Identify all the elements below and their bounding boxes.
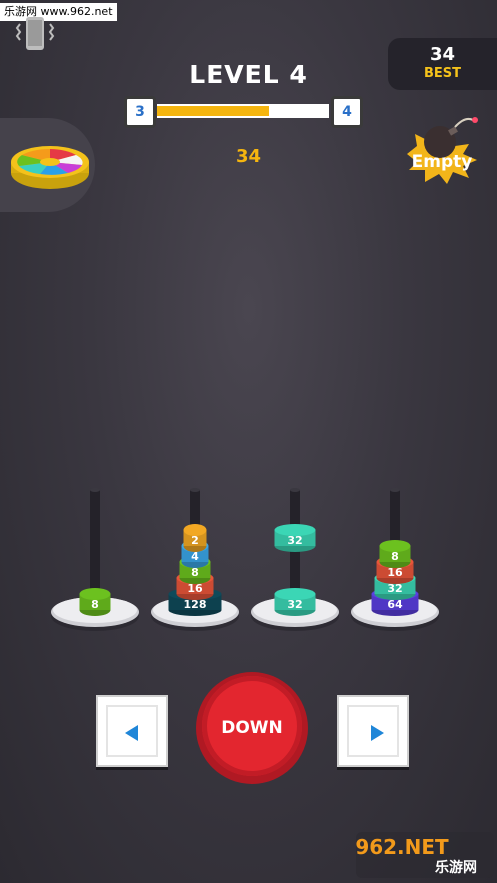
peg-pole-cap-1 [90, 488, 100, 492]
move-left-button[interactable] [96, 695, 168, 767]
arrow-left-icon [125, 725, 138, 741]
next-level-box: 4 [331, 96, 363, 128]
level-progress-fill [157, 106, 269, 116]
bomb-powerup-icon[interactable] [395, 112, 490, 187]
ring-2-5-label: 2 [191, 534, 199, 547]
current-level-box: 3 [124, 96, 156, 128]
arrow-right-icon [371, 725, 384, 741]
watermark-brand: 962.NET [356, 835, 449, 859]
bomb-status-label: Empty [411, 152, 473, 172]
tower-scene: 8 1281684232326432168 [51, 488, 439, 631]
down-button-label: DOWN [221, 718, 283, 738]
peg-pole-cap-2 [190, 488, 200, 492]
peg-pole-cap-3 [290, 488, 300, 492]
peg-pole-cap-4 [390, 488, 400, 492]
spin-wheel-button[interactable] [0, 118, 95, 212]
level-progress-bar [157, 104, 329, 118]
level-title: LEVEL 4 [189, 60, 308, 89]
move-right-button[interactable] [337, 695, 409, 767]
spin-wheel-icon [11, 146, 89, 189]
watermark-logo: 962.NET 乐游网 [356, 832, 494, 878]
game-stage: 乐游网 www.962.net 34 BEST LEVEL 4 3 4 34 E… [0, 0, 497, 883]
watermark-sub: 乐游网 [435, 859, 477, 876]
vibration-icon[interactable] [14, 14, 56, 56]
ring-1-1-label: 8 [91, 598, 99, 611]
ring-4-4-label: 8 [391, 550, 399, 563]
ring-3-1-label: 32 [287, 598, 302, 611]
held-ring-3-label: 32 [287, 534, 302, 547]
down-button[interactable]: DOWN [196, 672, 308, 784]
